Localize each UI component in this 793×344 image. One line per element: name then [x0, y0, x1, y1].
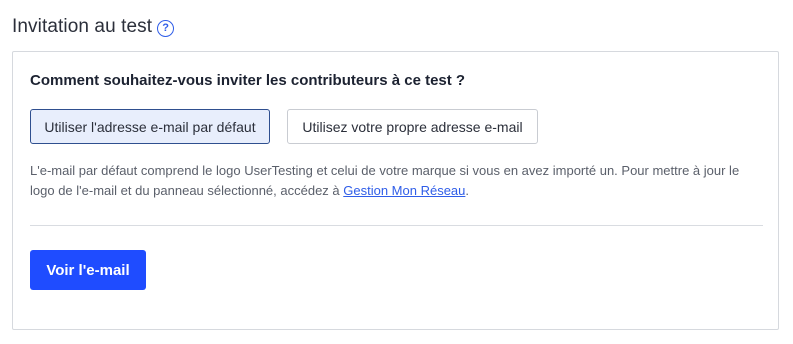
own-email-option-button[interactable]: Utilisez votre propre adresse e-mail [287, 109, 538, 144]
question-circle-icon[interactable]: ? [157, 19, 175, 37]
invitation-card: Comment souhaitez-vous inviter les contr… [12, 51, 779, 330]
invite-question: Comment souhaitez-vous inviter les contr… [30, 72, 466, 89]
default-email-option-button[interactable]: Utiliser l'adresse e-mail par défaut [30, 109, 270, 144]
section-header: Invitation au test ? [12, 16, 175, 38]
manage-network-link[interactable]: Gestion Mon Réseau [343, 183, 465, 198]
divider [30, 225, 763, 226]
view-email-button[interactable]: Voir l'e-mail [30, 250, 146, 290]
email-help-text: L'e-mail par défaut comprend le logo Use… [30, 161, 765, 201]
section-title: Invitation au test [12, 16, 153, 37]
help-text-end: . [465, 183, 470, 198]
